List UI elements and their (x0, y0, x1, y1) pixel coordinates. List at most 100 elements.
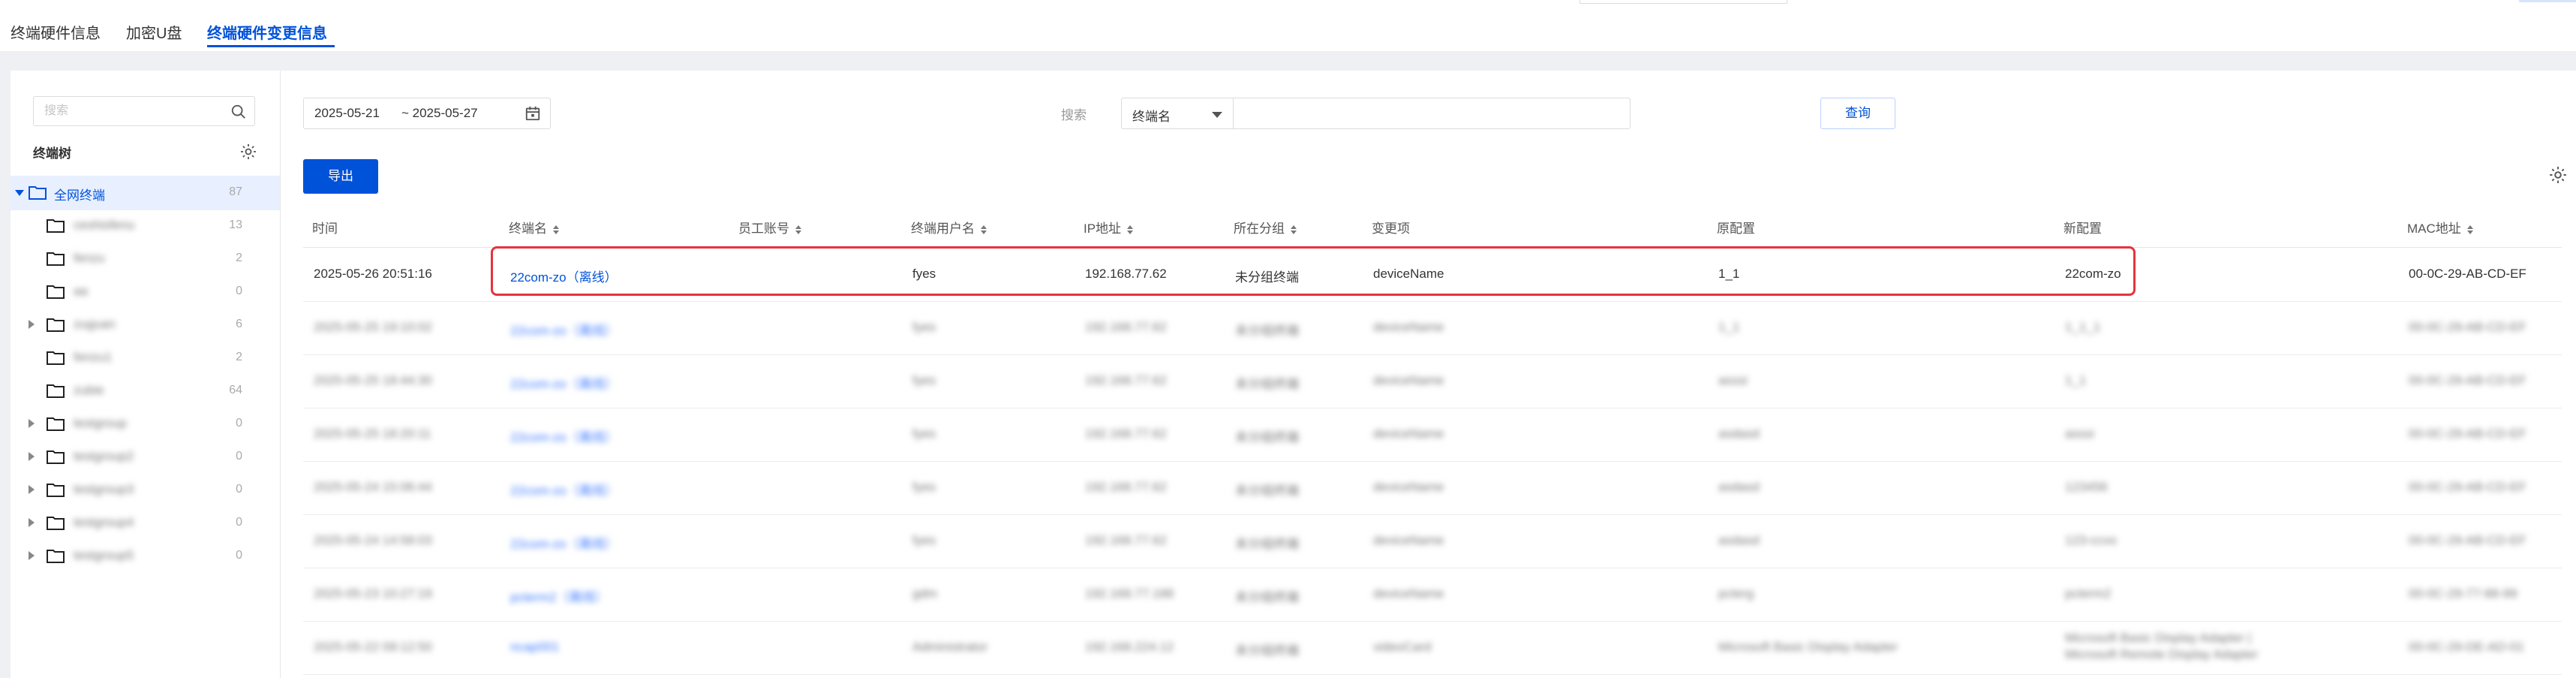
tree-item-count: 6 (236, 318, 242, 330)
cell-terminal[interactable]: 22com-zo（离线） (510, 426, 618, 445)
tree-item[interactable]: testgroup 0 (11, 407, 280, 441)
date-start[interactable]: 2025-05-21 (314, 106, 380, 121)
tab-hardware-change-info[interactable]: 终端硬件变更信息 (207, 21, 327, 43)
cell-user: fyes (912, 373, 936, 387)
export-button[interactable]: 导出 (303, 159, 378, 194)
cell-terminal[interactable]: 22com-zo（离线） (510, 533, 618, 552)
table-row[interactable]: 2025-05-23 10:27:19 pcterm2（离线） gdm 192.168… (303, 568, 2562, 622)
tree-item[interactable]: zuguan 6 (11, 308, 280, 342)
table-row[interactable]: 2025-05-24 15:06:44 22com-zo（离线） fyes 192.1… (303, 461, 2562, 515)
gear-icon[interactable] (239, 143, 257, 161)
sort-icon[interactable] (1291, 224, 1297, 234)
folder-icon (47, 219, 65, 233)
top-button-edge[interactable] (2519, 0, 2576, 2)
tree-item-count: 2 (236, 252, 242, 264)
chevron-down-icon[interactable] (15, 190, 24, 196)
tree-item[interactable]: ceshisfenu 13 (11, 209, 280, 243)
chevron-right-icon[interactable] (29, 419, 35, 428)
calendar-icon[interactable] (525, 105, 541, 122)
cell-ip: 192.168.77.62 (1085, 373, 1167, 387)
sort-icon[interactable] (2466, 224, 2473, 234)
cell-mac: 00-0C-29-AB-CD-EF (2409, 267, 2526, 281)
tree-item[interactable]: testgroup5 0 (11, 539, 280, 574)
date-end[interactable]: ~ 2025-05-27 (401, 106, 478, 121)
tree-item[interactable]: testgroup2 0 (11, 440, 280, 475)
cell-mac: 00-0C-29-AB-CD-EF (2409, 426, 2526, 441)
tree-item[interactable]: fenzu1 2 (11, 341, 280, 375)
chevron-right-icon[interactable] (29, 485, 35, 494)
sort-icon[interactable] (795, 224, 801, 234)
search-field-value: 终端名 (1132, 110, 1171, 124)
cell-old: 1_1 (1718, 320, 1740, 334)
cell-ip: 192.168.77.62 (1085, 320, 1167, 334)
cell-old: asssi (1718, 373, 1748, 387)
tab-encrypted-usb[interactable]: 加密U盘 (126, 21, 182, 43)
column-header: 变更项 (1372, 218, 1410, 237)
chevron-right-icon[interactable] (29, 551, 35, 560)
tree-item[interactable]: aa 0 (11, 275, 280, 309)
date-range-picker[interactable]: 2025-05-21 ~ 2025-05-27 (303, 98, 551, 129)
tree-search-box[interactable] (33, 96, 255, 126)
sort-icon[interactable] (981, 224, 987, 234)
table-row[interactable]: 2025-05-22 09:12:50 ncap001 Administrator 1… (303, 621, 2562, 675)
table-row[interactable]: 2025-05-25 18:44:30 22com-zo（离线） fyes 192.1… (303, 354, 2562, 408)
tree-item-count: 0 (236, 516, 242, 529)
tab-terminal-hardware-info[interactable]: 终端硬件信息 (11, 21, 101, 43)
tree-search-input[interactable] (43, 97, 226, 125)
tree-item-label: testgroup5 (74, 548, 134, 562)
folder-icon (47, 285, 65, 299)
chevron-right-icon[interactable] (29, 452, 35, 461)
cell-new: asssi (2065, 426, 2094, 441)
cell-terminal[interactable]: 22com-zo（离线） (510, 320, 618, 339)
tree-item[interactable]: zubie 64 (11, 374, 280, 408)
cell-new: 123456 (2065, 480, 2108, 494)
table-row[interactable]: 2025-05-25 18:20:11 22com-zo（离线） fyes 192.1… (303, 408, 2562, 462)
cell-old: asdasd (1718, 426, 1760, 441)
cell-user: fyes (912, 533, 936, 547)
column-header[interactable]: 终端用户名 (911, 218, 987, 237)
folder-icon (47, 252, 65, 266)
tree-item[interactable]: 全网终端 87 (11, 176, 280, 210)
cell-terminal[interactable]: ncap001 (510, 640, 559, 655)
cell-terminal[interactable]: 22com-zo（离线） (510, 480, 618, 499)
search-icon[interactable] (230, 104, 247, 120)
column-header[interactable]: 员工账号 (738, 218, 801, 237)
tree-item-count: 0 (236, 483, 242, 496)
cell-time: 2025-05-26 20:51:16 (314, 267, 432, 281)
tree-item-count: 13 (229, 218, 242, 231)
column-header: 时间 (312, 218, 338, 237)
cell-ip: 192.168.77.62 (1085, 426, 1167, 441)
top-search-input-edge[interactable] (1580, 0, 1787, 4)
search-input[interactable] (1233, 98, 1631, 129)
column-header: 原配置 (1717, 218, 1755, 237)
column-header[interactable]: IP地址 (1084, 218, 1134, 237)
tree-item[interactable]: testgroup4 0 (11, 506, 280, 541)
tree-item[interactable]: fenzu 2 (11, 242, 280, 276)
sort-icon[interactable] (553, 224, 559, 234)
tree-title: 终端树 (33, 146, 71, 161)
cell-item: deviceName (1373, 320, 1444, 334)
cell-terminal[interactable]: pcterm2（离线） (510, 586, 607, 605)
column-header[interactable]: 所在分组 (1234, 218, 1297, 237)
chevron-right-icon[interactable] (29, 320, 35, 329)
column-header: 新配置 (2064, 218, 2102, 237)
cell-new: 1_1_1 (2065, 320, 2101, 334)
column-header[interactable]: MAC地址 (2407, 218, 2473, 237)
search-field-select[interactable]: 终端名 (1121, 98, 1234, 129)
chevron-right-icon[interactable] (29, 518, 35, 527)
cell-group: 未分组终端 (1235, 643, 1299, 658)
tree-item[interactable]: testgroup3 0 (11, 473, 280, 508)
cell-item: deviceName (1373, 426, 1444, 441)
query-button[interactable]: 查询 (1820, 98, 1895, 129)
folder-icon (47, 318, 65, 332)
cell-item: deviceName (1373, 586, 1444, 601)
table-row[interactable]: 2025-05-25 19:10:02 22com-zo（离线） fyes 192.1… (303, 301, 2562, 355)
cell-terminal[interactable]: 22com-zo（离线） (510, 373, 618, 392)
column-settings-gear-icon[interactable] (2548, 165, 2568, 185)
column-header[interactable]: 终端名 (509, 218, 559, 237)
table-row[interactable]: 2025-05-24 14:58:03 22com-zo（离线） fyes 192.1… (303, 514, 2562, 568)
tree-item-label: zuguan (74, 317, 116, 331)
cell-group: 未分组终端 (1235, 430, 1299, 444)
sort-icon[interactable] (1127, 224, 1134, 234)
tree-item-count: 87 (229, 185, 242, 198)
